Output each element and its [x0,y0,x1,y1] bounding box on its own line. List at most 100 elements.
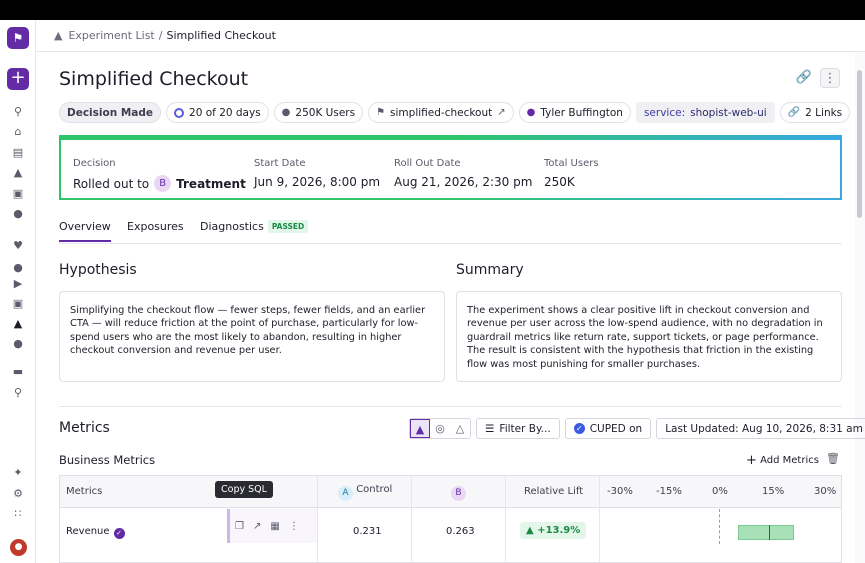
tab-overview[interactable]: Overview [59,220,111,242]
breadcrumb: ▲ Experiment List / Simplified Checkout [36,20,865,52]
diagnostics-status-badge: PASSED [267,220,309,233]
links-label: 2 Links [805,106,843,119]
metrics-icon[interactable]: ▲ [8,165,28,181]
row-more-icon[interactable]: ⋮ [289,521,299,532]
breadcrumb-separator: / [158,29,163,42]
play-icon[interactable]: ▶ [8,276,28,292]
service-tag[interactable]: service: shopist-web-ui [635,102,775,123]
plus-icon: + [746,453,757,468]
status-badge-label: Decision Made [67,106,154,119]
create-button[interactable]: + [7,68,29,90]
add-metrics-label: Add Metrics [760,455,819,466]
last-updated-label: Last Updated: Aug 10, 2026, 8:31 am [665,422,863,435]
breadcrumb-current: Simplified Checkout [166,29,276,42]
users-icon[interactable]: ● [8,336,28,352]
summary-title: Summary [456,262,524,278]
home-icon[interactable]: ⌂ [8,124,28,140]
filter-label: Filter By... [499,422,551,435]
summary-text: The experiment shows a clear positive li… [456,291,842,382]
copy-link-icon[interactable]: 🔗 [794,68,814,88]
app-logo-icon[interactable]: ⚑ [7,27,29,49]
more-options-icon[interactable]: ⋮ [820,68,840,88]
metrics-toolbar: ▲ ◎ △ ☰ Filter By... ✓ CUPED on Last Updat… [409,418,865,439]
filter-icon: ☰ [485,422,495,435]
table-header: Metrics A Control B Relative Lift -30% -… [60,476,841,508]
hypothesis-text: Simplifying the checkout flow — fewer st… [59,291,445,382]
total-users-value: 250K [544,175,575,189]
rollout-date-value: Aug 21, 2026, 2:30 pm [394,175,533,189]
database-icon[interactable]: ▬ [8,364,28,380]
table-icon[interactable]: ▦ [270,521,279,532]
flask-view-icon[interactable]: ▲ [410,419,430,438]
col-relative-lift: Relative Lift [524,486,584,497]
cuped-toggle[interactable]: ✓ CUPED on [564,418,652,439]
business-metrics-title: Business Metrics [59,453,156,467]
relative-lift-badge: ▲ +13.9% [520,522,587,539]
col-control: A Control [338,484,392,501]
sparkle-icon[interactable]: ✦ [8,465,28,481]
settings-gear-icon[interactable]: ⚙ [8,486,28,502]
owner-label: Tyler Buffington [540,106,623,119]
decision-value: Rolled out to [73,176,150,191]
owner-chip[interactable]: ● Tyler Buffington [518,102,631,123]
relative-lift-value: +13.9% [537,525,581,536]
tab-diagnostics-label: Diagnostics [200,220,264,233]
drop-icon[interactable]: ● [8,260,28,276]
table-row[interactable]: Revenue ✓ [66,526,125,539]
metric-name: Revenue [66,526,110,537]
bot-icon[interactable]: ● [8,206,28,222]
copy-sql-icon[interactable]: ❐ [235,521,244,532]
col-control-label: Control [356,484,393,495]
col-metrics: Metrics [66,486,103,497]
column-divider [505,476,506,562]
link-icon: 🔗 [787,107,801,118]
dashboards-icon[interactable]: ▤ [8,145,28,161]
start-date-label: Start Date [254,158,306,169]
treatment-value: 0.263 [446,526,475,537]
search-icon[interactable]: ⚲ [8,104,28,120]
status-badge: Decision Made [59,102,162,123]
metrics-table: Metrics A Control B Relative Lift -30% -… [59,475,842,563]
filter-button[interactable]: ☰ Filter By... [476,418,560,439]
main-content: ▲ Experiment List / Simplified Checkout … [36,20,865,563]
line-chart-icon[interactable]: ↗ [253,521,261,532]
variant-name: Treatment [176,176,246,191]
axis-tick: 15% [762,486,785,497]
tab-diagnostics[interactable]: Diagnostics PASSED [200,220,309,233]
start-date-value: Jun 9, 2026, 8:00 pm [254,175,381,189]
control-value: 0.231 [353,526,382,537]
external-link-icon: ↗ [497,107,506,118]
trash-icon[interactable]: 🗑 [826,452,840,465]
confidence-interval-bar [737,525,795,540]
heartbeat-icon[interactable]: ♥ [8,238,28,254]
apps-grid-icon[interactable]: ∷ [8,506,28,522]
notebooks-icon[interactable]: ▣ [8,186,28,202]
links-chip[interactable]: 🔗 2 Links [779,102,851,123]
tab-bar: Overview Exposures Diagnostics PASSED [59,216,842,244]
last-updated-dropdown[interactable]: Last Updated: Aug 10, 2026, 8:31 am⌄ [656,418,865,439]
copy-sql-tooltip: Copy SQL [215,481,273,498]
cuped-label: CUPED on [589,422,643,435]
users-icon: ● [281,107,291,118]
row-actions: ❐ ↗ ▦ ⋮ [227,509,317,543]
service-tag-key: service: [643,106,686,119]
breadcrumb-parent-link[interactable]: Experiment List [68,29,154,42]
hypothesis-title: Hypothesis [59,262,137,278]
section-divider [59,406,842,407]
page-title: Simplified Checkout [59,68,249,90]
globe-view-icon[interactable]: ◎ [430,419,450,438]
add-metrics-button[interactable]: + Add Metrics [746,453,819,468]
feature-flag-chip[interactable]: ⚑ simplified-checkout ↗ [368,102,514,123]
axis-tick: 30% [814,486,837,497]
column-divider [599,476,600,562]
users-label: 250K Users [295,106,356,119]
tab-exposures[interactable]: Exposures [127,220,184,233]
key-icon[interactable]: ⚲ [8,385,28,401]
experiments-flask-icon[interactable]: ▲ [8,316,28,332]
axis-tick: -15% [656,486,682,497]
window-topbar [0,0,865,20]
total-users-label: Total Users [544,158,599,169]
warning-view-icon[interactable]: △ [450,419,470,438]
avatar[interactable]: ● [10,539,27,556]
window-icon[interactable]: ▣ [8,296,28,312]
